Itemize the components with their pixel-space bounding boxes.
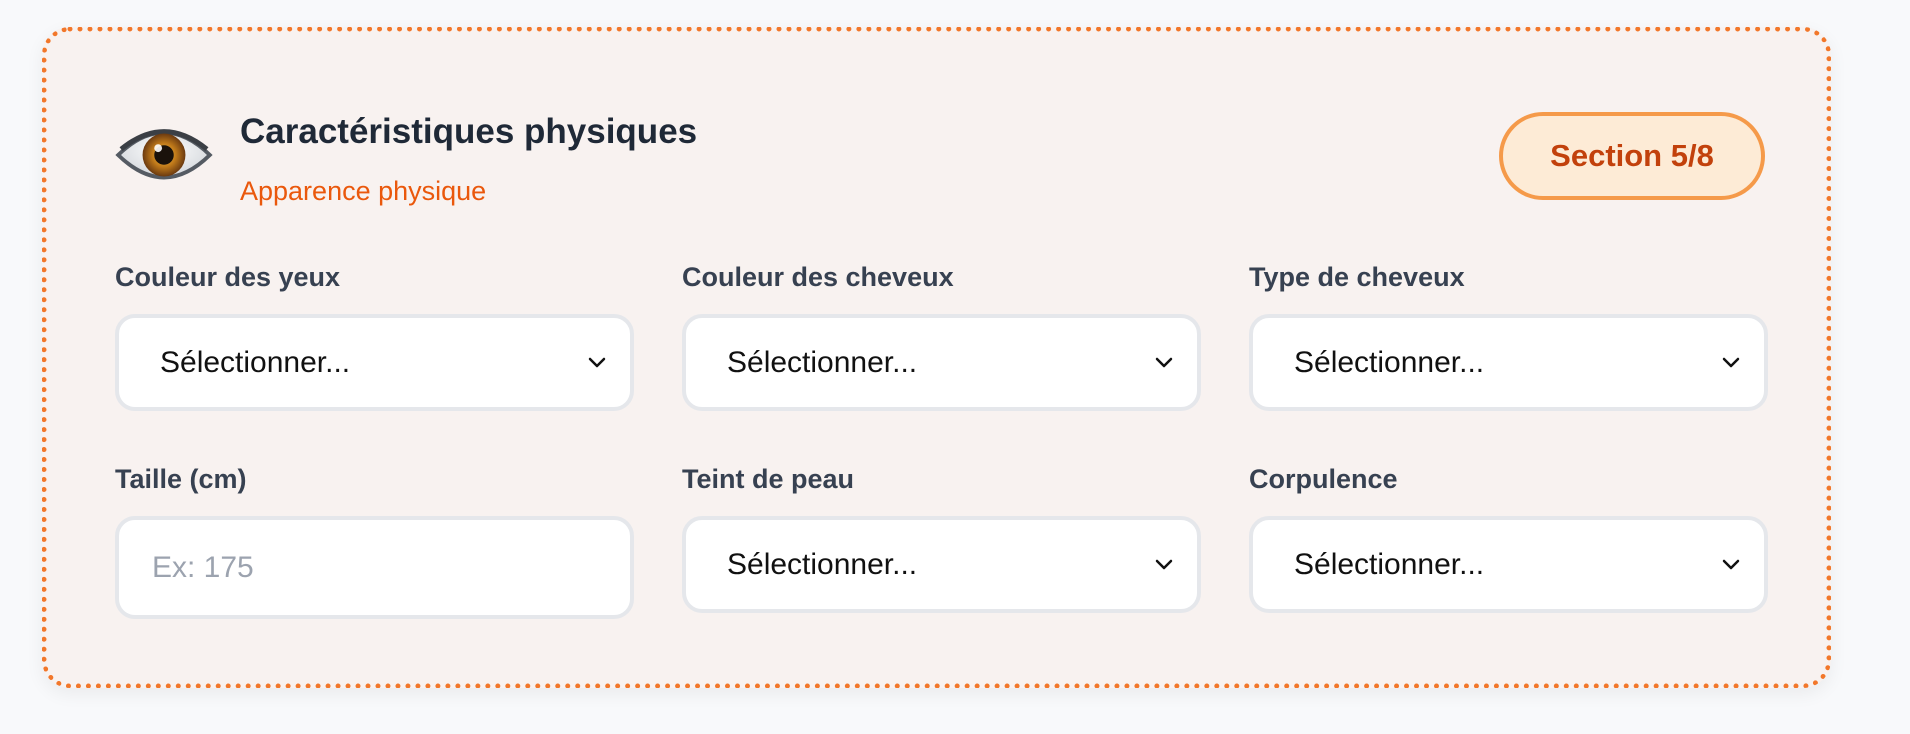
chevron-down-icon	[1155, 559, 1173, 569]
chevron-down-icon	[1722, 357, 1740, 367]
eye-color-label: Couleur des yeux	[115, 262, 341, 292]
build-select[interactable]: Sélectionner...	[1249, 516, 1768, 613]
section-subtitle: Apparence physique	[240, 176, 487, 206]
height-label: Taille (cm)	[115, 464, 247, 494]
height-input[interactable]	[115, 516, 634, 619]
hair-color-select[interactable]: Sélectionner...	[682, 314, 1201, 411]
chevron-down-icon	[588, 357, 606, 367]
hair-color-label: Couleur des cheveux	[682, 262, 954, 292]
hair-type-value: Sélectionner...	[1294, 345, 1485, 379]
chevron-down-icon	[1722, 559, 1740, 569]
section-progress-badge: Section 5/8	[1499, 112, 1765, 200]
chevron-down-icon	[1155, 357, 1173, 367]
skin-tone-select[interactable]: Sélectionner...	[682, 516, 1201, 613]
hair-type-select[interactable]: Sélectionner...	[1249, 314, 1768, 411]
section-title: Caractéristiques physiques	[240, 112, 698, 151]
physical-characteristics-section: Caractéristiques physiques Apparence phy…	[42, 27, 1831, 688]
eye-color-select[interactable]: Sélectionner...	[115, 314, 634, 411]
hair-color-value: Sélectionner...	[727, 345, 918, 379]
skin-tone-label: Teint de peau	[682, 464, 855, 494]
eye-icon	[115, 129, 213, 180]
hair-type-label: Type de cheveux	[1249, 262, 1465, 292]
skin-tone-value: Sélectionner...	[727, 547, 918, 581]
build-value: Sélectionner...	[1294, 547, 1485, 581]
eye-color-value: Sélectionner...	[160, 345, 351, 379]
build-label: Corpulence	[1249, 464, 1398, 494]
